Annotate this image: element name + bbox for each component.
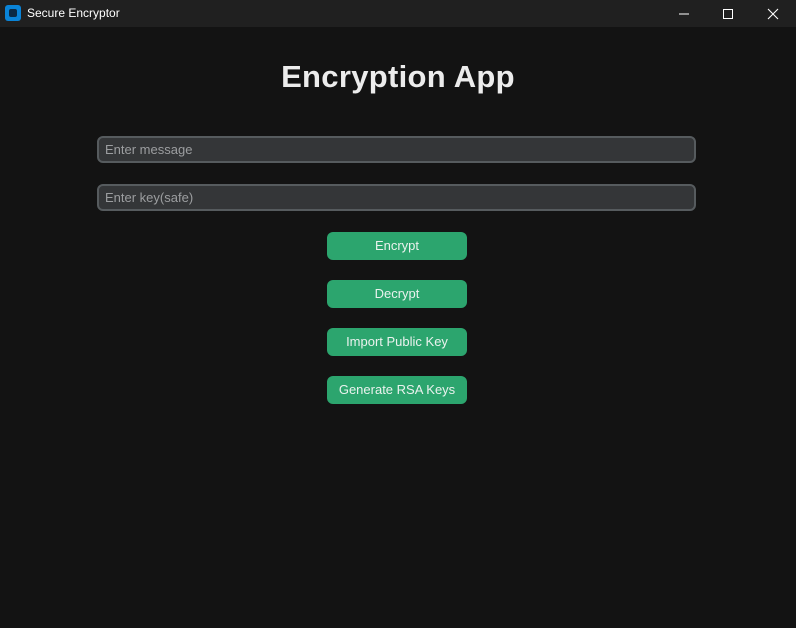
close-button[interactable] — [750, 0, 796, 27]
maximize-icon — [723, 8, 733, 19]
title-bar[interactable]: Secure Encryptor — [0, 0, 796, 27]
page-title: Encryption App — [281, 59, 515, 94]
import-public-key-button[interactable]: Import Public Key — [327, 328, 467, 356]
app-icon — [5, 5, 21, 21]
decrypt-button[interactable]: Decrypt — [327, 280, 467, 308]
key-input[interactable] — [97, 184, 696, 211]
encrypt-button[interactable]: Encrypt — [327, 232, 467, 260]
minimize-icon — [679, 13, 689, 14]
minimize-button[interactable] — [661, 0, 707, 27]
window-title: Secure Encryptor — [27, 6, 120, 20]
close-icon — [767, 8, 779, 19]
generate-rsa-keys-button[interactable]: Generate RSA Keys — [327, 376, 467, 404]
message-input[interactable] — [97, 136, 696, 163]
app-window: Secure Encryptor Encryption App Encrypt … — [0, 0, 796, 628]
maximize-button[interactable] — [705, 0, 751, 27]
